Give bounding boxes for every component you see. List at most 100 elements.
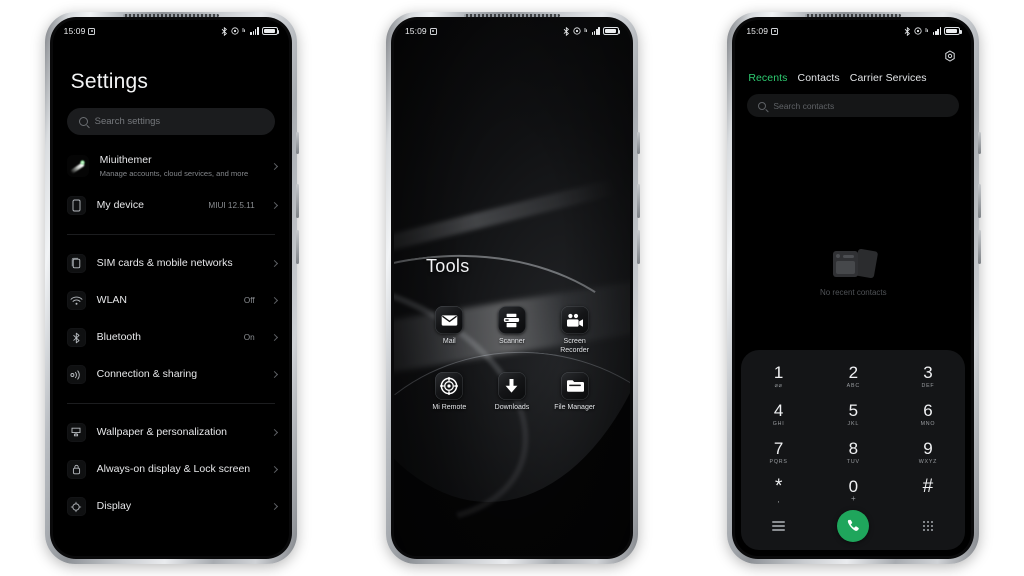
key-number: 4 (773, 400, 784, 420)
volume-down-button[interactable] (978, 230, 982, 264)
settings-item-value: On (243, 333, 255, 343)
page-title: Settings (70, 70, 149, 93)
side-button[interactable] (978, 132, 982, 154)
sidebar-item-my-device[interactable]: My device MIUI 12.5.11 (53, 187, 289, 224)
app-screen-recorder[interactable]: Screen Recorder (543, 306, 606, 356)
sidebar-item-wallpaper[interactable]: Wallpaper & personalization (53, 414, 289, 451)
menu-button[interactable] (741, 520, 816, 532)
phone-device-settings: 15:09 Settings Search settings Miuitheme… (44, 12, 299, 564)
bluetooth-icon (904, 26, 911, 36)
key-5[interactable]: 5 JKL (816, 400, 891, 429)
chevron-right-icon (270, 334, 278, 342)
settings-group: Wallpaper & personalization Always-on di… (53, 410, 289, 529)
device-bezel: 15:09 (49, 17, 292, 559)
key-1[interactable]: 1 ⌀⌀ (741, 362, 816, 391)
sidebar-item-bluetooth[interactable]: Bluetooth On (53, 319, 289, 356)
tab-carrier-services[interactable]: Carrier Services (850, 72, 927, 84)
sim-chip-icon (88, 27, 96, 35)
mail-envelope-icon (435, 306, 464, 334)
battery-icon (944, 27, 962, 35)
sidebar-item-lock-screen[interactable]: Always-on display & Lock screen (53, 451, 289, 488)
tab-contacts[interactable]: Contacts (798, 72, 840, 84)
dnd-icon (572, 27, 581, 35)
volume-down-button[interactable] (295, 230, 299, 264)
key-number: 3 (923, 362, 933, 382)
key-9[interactable]: 9 WXYZ (891, 438, 966, 467)
app-label: Mi Remote (432, 403, 467, 411)
sidebar-item-wlan[interactable]: WLAN Off (53, 282, 289, 319)
sidebar-item-miuithemer[interactable]: Miuithemer Manage accounts, cloud servic… (53, 145, 289, 187)
status-time: 15:09 (404, 26, 427, 36)
scanner-icon (497, 306, 526, 334)
dialpad-toggle-button[interactable] (891, 520, 966, 532)
side-button[interactable] (295, 132, 299, 154)
key-star[interactable]: *, (741, 476, 816, 505)
battery-icon (261, 27, 280, 35)
connection-sharing-icon (66, 365, 86, 385)
key-sublabel: ⌀⌀ (774, 383, 783, 390)
bluetooth-icon (66, 328, 86, 348)
status-bar: 15:09 (394, 20, 630, 42)
volume-up-button[interactable] (636, 184, 640, 218)
chevron-right-icon (270, 260, 278, 268)
key-number: 6 (923, 400, 933, 420)
call-button[interactable] (837, 510, 870, 542)
tab-recents[interactable]: Recents (748, 72, 787, 84)
key-4[interactable]: 4 GHI (741, 400, 816, 429)
key-8[interactable]: 8 TUV (816, 438, 891, 467)
key-sublabel: PQRS (769, 459, 788, 466)
key-sublabel: , (777, 495, 780, 505)
search-settings-input[interactable]: Search settings (66, 108, 275, 135)
sidebar-item-sim-cards[interactable]: SIM cards & mobile networks (53, 245, 289, 282)
side-button[interactable] (636, 132, 640, 154)
key-6[interactable]: 6 MNO (891, 400, 966, 429)
status-time: 15:09 (63, 26, 86, 36)
key-number: 0 (848, 476, 859, 496)
status-bar: 15:09 (53, 20, 289, 42)
bluetooth-icon (221, 26, 228, 36)
app-label: Downloads (494, 403, 530, 411)
app-file-manager[interactable]: File Manager (543, 371, 606, 413)
settings-item-value: MIUI 12.5.11 (208, 201, 255, 211)
key-number: # (922, 475, 934, 497)
key-sublabel: GHI (772, 421, 785, 428)
dialpad-dots-icon (922, 520, 934, 532)
sidebar-item-connection-sharing[interactable]: Connection & sharing (53, 356, 289, 393)
tools-folder-screen: 15:09 Tools Mail Scanner Screen Recorder… (393, 20, 630, 556)
settings-item-label: Miuithemer (99, 154, 152, 166)
app-grid: Mail Scanner Screen Recorder Mi Remote D… (394, 306, 630, 412)
phone-device-icon (66, 196, 86, 216)
key-number: 8 (848, 438, 859, 458)
app-mi-remote[interactable]: Mi Remote (418, 371, 481, 413)
key-number: 7 (773, 438, 784, 458)
key-2[interactable]: 2 ABC (816, 362, 891, 391)
settings-item-label: WLAN (96, 294, 127, 307)
call-button-wrap (816, 510, 891, 542)
miuithemer-comet-icon (66, 155, 89, 178)
phone-device-home: 15:09 Tools Mail Scanner Screen Recorder… (385, 12, 640, 564)
key-7[interactable]: 7 PQRS (741, 438, 816, 467)
volume-up-button[interactable] (295, 184, 299, 218)
volume-down-button[interactable] (636, 230, 640, 264)
key-3[interactable]: 3 DEF (891, 362, 966, 391)
key-sublabel: WXYZ (918, 459, 938, 466)
settings-item-sublabel: Manage accounts, cloud services, and mor… (99, 168, 249, 178)
search-contacts-input[interactable]: Search contacts (747, 94, 960, 117)
app-scanner[interactable]: Scanner (481, 306, 544, 356)
screenshot-stage: 15:09 Settings Search settings Miuitheme… (0, 0, 1024, 576)
key-sublabel: MNO (920, 421, 936, 428)
app-label: Screen Recorder (560, 338, 590, 354)
app-downloads[interactable]: Downloads (481, 371, 544, 413)
key-hash[interactable]: # (891, 476, 966, 505)
app-mail[interactable]: Mail (418, 306, 481, 356)
sidebar-item-display[interactable]: Display (53, 488, 289, 525)
volume-up-button[interactable] (978, 184, 982, 218)
chevron-right-icon (270, 297, 278, 305)
key-0[interactable]: 0 + (816, 476, 891, 505)
chevron-right-icon (270, 202, 278, 210)
gear-icon[interactable] (943, 50, 957, 64)
download-arrow-icon (497, 371, 526, 400)
settings-item-label: SIM cards & mobile networks (96, 257, 233, 270)
key-sublabel: JKL (847, 421, 860, 428)
dialer-screen: 15:09 Recents Contacts Carrier Services … (735, 20, 972, 556)
